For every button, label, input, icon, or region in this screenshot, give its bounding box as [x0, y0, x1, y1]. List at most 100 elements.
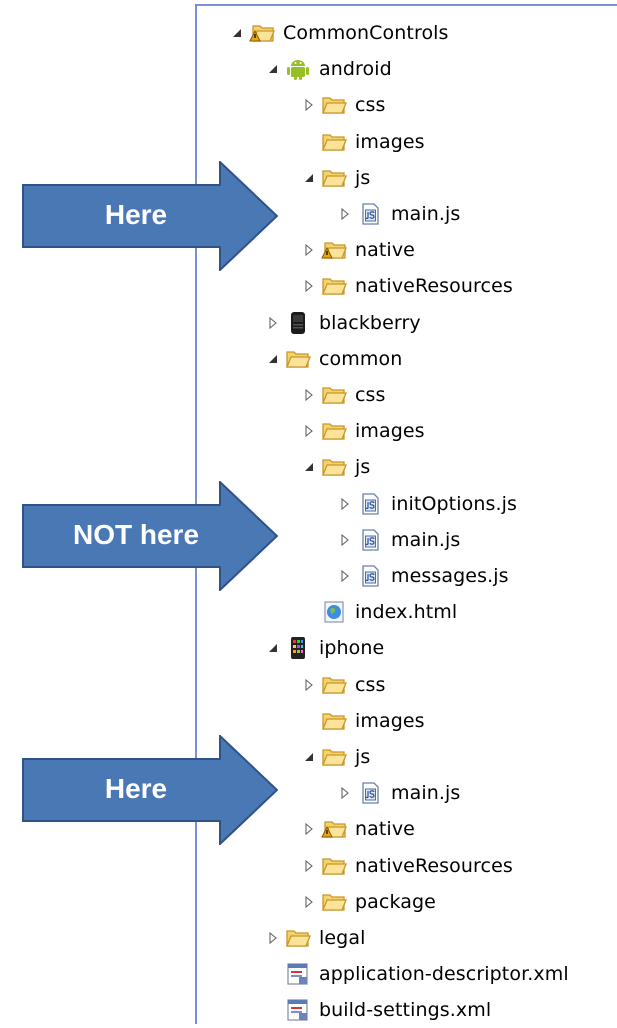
tree-item[interactable]: CommonControls — [229, 15, 449, 51]
tree-item[interactable]: package — [301, 884, 436, 920]
expand-arrow-icon[interactable] — [337, 532, 353, 548]
collapse-arrow-icon[interactable] — [265, 640, 281, 656]
folder-icon — [321, 745, 347, 769]
tree-item-label: images — [355, 130, 425, 153]
tree-item[interactable]: images — [301, 703, 425, 739]
tree-item-label: package — [355, 890, 436, 913]
tree-item-label: css — [355, 384, 386, 406]
tree-item-label: application-descriptor.xml — [319, 963, 569, 986]
tree-item[interactable]: blackberry — [265, 305, 421, 341]
folder-icon — [321, 419, 347, 443]
tree-item-label: css — [355, 673, 386, 696]
tree-item[interactable]: main.js — [337, 522, 460, 558]
tree-item[interactable]: messages.js — [337, 558, 509, 594]
expand-arrow-icon[interactable] — [301, 858, 317, 874]
js-file-icon — [357, 492, 383, 516]
tree-item[interactable]: nativeResources — [301, 268, 513, 304]
expand-arrow-icon[interactable] — [301, 278, 317, 294]
folder-icon — [321, 455, 347, 479]
html-file-icon — [321, 600, 347, 624]
expand-arrow-icon[interactable] — [337, 785, 353, 801]
tree-item[interactable]: build-settings.xml — [265, 992, 491, 1028]
expand-arrow-icon[interactable] — [337, 496, 353, 512]
folder-icon — [285, 926, 311, 950]
tree-item[interactable]: initOptions.js — [337, 486, 517, 522]
folder-icon — [321, 673, 347, 697]
tree-item-label: index.html — [355, 601, 458, 624]
tree-item-label: legal — [319, 927, 366, 949]
expand-arrow-icon[interactable] — [337, 206, 353, 222]
xml-file-icon — [285, 998, 311, 1022]
js-file-icon — [357, 202, 383, 226]
callout-arrow: Here — [22, 161, 278, 271]
tree-item-label: css — [355, 94, 386, 117]
js-file-icon — [357, 528, 383, 552]
warning-folder-icon — [249, 21, 275, 45]
folder-icon — [321, 166, 347, 190]
tree-item[interactable]: css — [301, 87, 386, 123]
tree-item[interactable]: index.html — [301, 594, 457, 630]
collapse-arrow-icon[interactable] — [301, 459, 317, 475]
tree-item[interactable]: js — [301, 739, 370, 775]
folder-icon — [321, 130, 347, 154]
expand-arrow-icon[interactable] — [337, 568, 353, 584]
collapse-arrow-icon[interactable] — [265, 61, 281, 77]
tree-item-label: common — [319, 347, 403, 370]
tree-item[interactable]: css — [301, 667, 386, 703]
tree-item[interactable]: nativeResources — [301, 848, 513, 884]
folder-icon — [321, 274, 347, 298]
tree-item-label: images — [355, 709, 425, 732]
tree-item-label: images — [355, 420, 425, 443]
tree-item[interactable]: js — [301, 160, 370, 196]
tree-item-label: main.js — [391, 528, 461, 551]
tree-item[interactable]: native — [301, 811, 415, 847]
callout-label: NOT here — [72, 519, 200, 550]
tree-item-label: CommonControls — [283, 22, 449, 44]
folder-icon — [321, 854, 347, 878]
tree-item-label: iphone — [319, 637, 385, 660]
collapse-arrow-icon[interactable] — [301, 170, 317, 186]
expand-arrow-icon[interactable] — [301, 387, 317, 403]
expand-arrow-icon[interactable] — [265, 930, 281, 946]
tree-item-label: js — [355, 746, 371, 768]
tree-item[interactable]: images — [301, 413, 425, 449]
tree-item[interactable]: common — [265, 341, 402, 377]
callout-arrow: Here — [22, 735, 278, 845]
expand-arrow-icon[interactable] — [301, 97, 317, 113]
tree-item[interactable]: main.js — [337, 775, 460, 811]
tree-item[interactable]: main.js — [337, 196, 460, 232]
collapse-arrow-icon[interactable] — [265, 351, 281, 367]
expand-arrow-icon[interactable] — [301, 821, 317, 837]
tree-item[interactable]: css — [301, 377, 386, 413]
android-icon — [285, 57, 311, 81]
tree-item[interactable]: js — [301, 449, 370, 485]
tree-item[interactable]: application-descriptor.xml — [265, 956, 569, 992]
expand-arrow-icon[interactable] — [301, 423, 317, 439]
tree-item-label: js — [355, 166, 371, 189]
expand-arrow-icon[interactable] — [265, 315, 281, 331]
tree-item[interactable]: native — [301, 232, 415, 268]
tree-item[interactable]: iphone — [265, 630, 384, 666]
js-file-icon — [357, 781, 383, 805]
expand-arrow-icon[interactable] — [301, 894, 317, 910]
blackberry-icon — [285, 311, 311, 335]
tree-item-label: messages.js — [391, 565, 509, 587]
tree-item[interactable]: android — [265, 51, 392, 87]
tree-item-label: js — [355, 456, 371, 479]
xml-file-icon — [285, 962, 311, 986]
js-file-icon — [357, 564, 383, 588]
tree-item[interactable]: legal — [265, 920, 365, 956]
collapse-arrow-icon[interactable] — [229, 25, 245, 41]
collapse-arrow-icon[interactable] — [301, 749, 317, 765]
tree-item[interactable]: images — [301, 124, 425, 160]
folder-icon — [285, 347, 311, 371]
expand-arrow-icon[interactable] — [301, 242, 317, 258]
tree-item-label: initOptions.js — [391, 492, 517, 515]
callout-label: Here — [104, 199, 168, 230]
expand-arrow-icon[interactable] — [301, 677, 317, 693]
tree-item-label: nativeResources — [355, 854, 513, 877]
